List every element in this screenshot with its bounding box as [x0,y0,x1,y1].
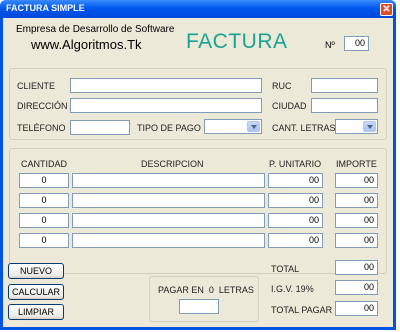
row-1-importe[interactable]: 00 [335,173,378,188]
calcular-button[interactable]: CALCULAR [8,284,64,300]
cant-letras-label: CANT. LETRAS [272,123,336,133]
total-label: TOTAL [271,264,300,274]
company-name: Empresa de Desarrollo de Software [16,24,175,35]
total-pagar-label: TOTAL PAGAR [271,305,333,315]
telefono-label: TELÉFONO [17,123,66,133]
title-bar[interactable]: FACTURA SIMPLE ✕ [0,0,396,18]
close-button[interactable]: ✕ [380,3,393,16]
tipo-pago-select[interactable] [204,119,262,134]
window-title: FACTURA SIMPLE [6,3,85,13]
total-pagar-field[interactable]: 00 [335,301,378,316]
row-4-unitario[interactable]: 00 [268,233,323,248]
tipo-pago-label: TIPO DE PAGO [137,123,201,133]
row-1-cantidad[interactable]: 0 [19,173,69,188]
cliente-label: CLIENTE [17,81,56,91]
close-icon: ✕ [382,4,391,15]
row-2-importe[interactable]: 00 [335,193,378,208]
igv-field[interactable]: 00 [335,280,378,295]
website-label: www.Algoritmos.Tk [31,37,142,52]
ciudad-label: CIUDAD [272,101,307,111]
ruc-label: RUC [272,81,292,91]
row-3-descripcion[interactable] [72,213,265,228]
direccion-label: DIRECCIÓN [17,101,68,111]
header-unitario: P. UNITARIO [269,159,322,169]
row-3-cantidad[interactable]: 0 [19,213,69,228]
chevron-down-icon[interactable] [247,121,260,132]
ciudad-input[interactable] [311,98,378,113]
row-3-unitario[interactable]: 00 [268,213,323,228]
row-4-descripcion[interactable] [72,233,265,248]
row-3-importe[interactable]: 00 [335,213,378,228]
telefono-input[interactable] [70,120,130,135]
invoice-number-label: Nº [325,40,335,50]
pagar-letras-input[interactable] [179,299,219,314]
header-importe: IMPORTE [336,159,377,169]
cliente-input[interactable] [70,78,262,93]
total-field[interactable]: 00 [335,260,378,275]
row-2-cantidad[interactable]: 0 [19,193,69,208]
form-body: Empresa de Desarrollo de Software www.Al… [3,18,393,327]
row-4-importe[interactable]: 00 [335,233,378,248]
cant-letras-select[interactable] [335,119,378,134]
invoice-number-field[interactable]: 00 [344,36,369,51]
page-title: FACTURA [186,30,288,53]
row-4-cantidad[interactable]: 0 [19,233,69,248]
ruc-input[interactable] [311,78,378,93]
row-1-descripcion[interactable] [72,173,265,188]
pagar-label: PAGAR EN 0 LETRAS [158,285,254,295]
nuevo-button[interactable]: NUEVO [8,263,64,279]
app-window: FACTURA SIMPLE ✕ Empresa de Desarrollo d… [0,0,396,330]
row-2-descripcion[interactable] [72,193,265,208]
chevron-down-icon[interactable] [363,121,376,132]
direccion-input[interactable] [70,98,262,113]
row-1-unitario[interactable]: 00 [268,173,323,188]
row-2-unitario[interactable]: 00 [268,193,323,208]
header-cantidad: CANTIDAD [21,159,68,169]
header-descripcion: DESCRIPCION [141,159,204,169]
limpiar-button[interactable]: LIMPIAR [8,304,64,320]
igv-label: I.G.V. 19% [271,284,314,294]
